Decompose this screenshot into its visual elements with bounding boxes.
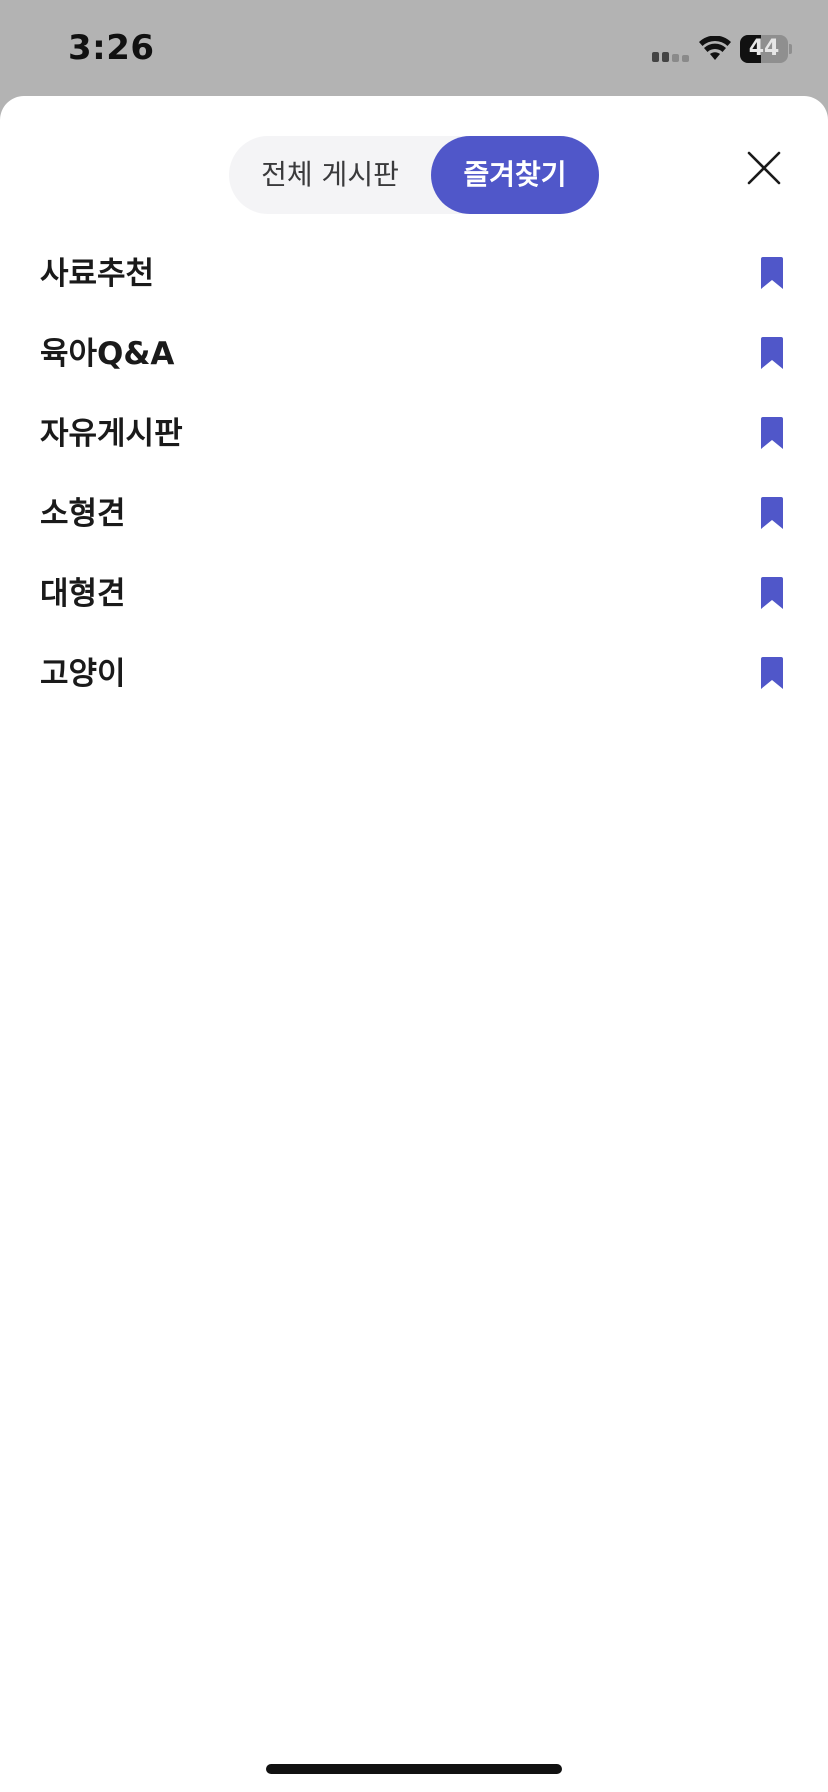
list-item-board[interactable]: 사료추천 [0,234,828,314]
status-time: 3:26 [68,28,155,68]
status-bar: 3:26 44 [0,0,828,96]
board-label: 자유게시판 [40,416,183,452]
home-indicator [266,1764,562,1774]
bookmark-icon[interactable] [760,256,784,290]
favorites-sheet: 전체 게시판 즐겨찾기 사료추천 육아Q&A 자유게시판 소형견 대형견 고양이 [0,96,828,1792]
list-item-board[interactable]: 소형견 [0,474,828,554]
board-label: 소형견 [40,496,126,532]
bookmark-icon[interactable] [760,416,784,450]
bookmark-icon[interactable] [760,496,784,530]
close-icon[interactable] [744,148,784,188]
battery-level: 44 [748,36,780,61]
bookmark-icon[interactable] [760,576,784,610]
list-item-board[interactable]: 육아Q&A [0,314,828,394]
list-item-board[interactable]: 대형견 [0,554,828,634]
board-label: 대형견 [40,576,126,612]
tab-all-boards[interactable]: 전체 게시판 [229,136,431,214]
wifi-icon [699,36,731,60]
board-label: 사료추천 [40,256,155,292]
board-segment-control: 전체 게시판 즐겨찾기 [229,136,599,214]
list-item-board[interactable]: 고양이 [0,634,828,714]
board-label: 고양이 [40,656,126,692]
bookmark-icon[interactable] [760,336,784,370]
battery-icon: 44 [740,35,792,63]
bookmark-icon[interactable] [760,656,784,690]
list-item-board[interactable]: 자유게시판 [0,394,828,474]
signal-icon [652,52,689,62]
favorite-board-list: 사료추천 육아Q&A 자유게시판 소형견 대형견 고양이 [0,234,828,714]
tab-favorites[interactable]: 즐겨찾기 [431,136,599,214]
board-label: 육아Q&A [40,336,175,372]
